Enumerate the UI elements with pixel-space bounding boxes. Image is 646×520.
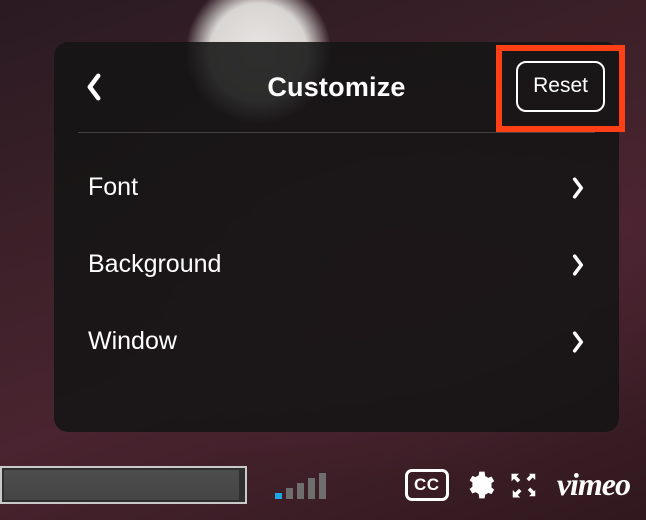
menu-item-background[interactable]: Background bbox=[62, 226, 611, 303]
menu-item-label: Window bbox=[88, 327, 177, 356]
tutorial-highlight-box: Reset bbox=[496, 45, 625, 132]
settings-button[interactable] bbox=[463, 469, 495, 501]
menu-item-window[interactable]: Window bbox=[62, 303, 611, 380]
menu-item-font[interactable]: Font bbox=[62, 149, 611, 226]
menu-item-label: Font bbox=[88, 173, 138, 202]
panel-title: Customize bbox=[267, 72, 405, 103]
customize-options-list: Font Background Window bbox=[54, 143, 619, 380]
controls-right-cluster: CC vimeo bbox=[405, 466, 634, 505]
back-button[interactable] bbox=[76, 69, 112, 105]
fullscreen-button[interactable] bbox=[509, 470, 539, 500]
vimeo-logo[interactable]: vimeo bbox=[553, 466, 634, 505]
video-player-controls: CC vimeo bbox=[0, 460, 646, 510]
volume-control[interactable] bbox=[275, 471, 326, 499]
reset-button[interactable]: Reset bbox=[516, 61, 605, 112]
panel-header: Customize Reset bbox=[54, 42, 619, 132]
chevron-right-icon bbox=[571, 331, 585, 353]
divider bbox=[78, 132, 595, 133]
fullscreen-icon bbox=[509, 470, 539, 500]
chevron-right-icon bbox=[571, 254, 585, 276]
scrub-bar[interactable] bbox=[0, 466, 247, 504]
chevron-right-icon bbox=[571, 177, 585, 199]
menu-item-label: Background bbox=[88, 250, 221, 279]
gear-icon bbox=[463, 469, 495, 501]
customize-captions-panel: Customize Reset Font Background Window bbox=[54, 42, 619, 432]
closed-captions-button[interactable]: CC bbox=[405, 469, 449, 501]
chevron-left-icon bbox=[85, 73, 103, 101]
